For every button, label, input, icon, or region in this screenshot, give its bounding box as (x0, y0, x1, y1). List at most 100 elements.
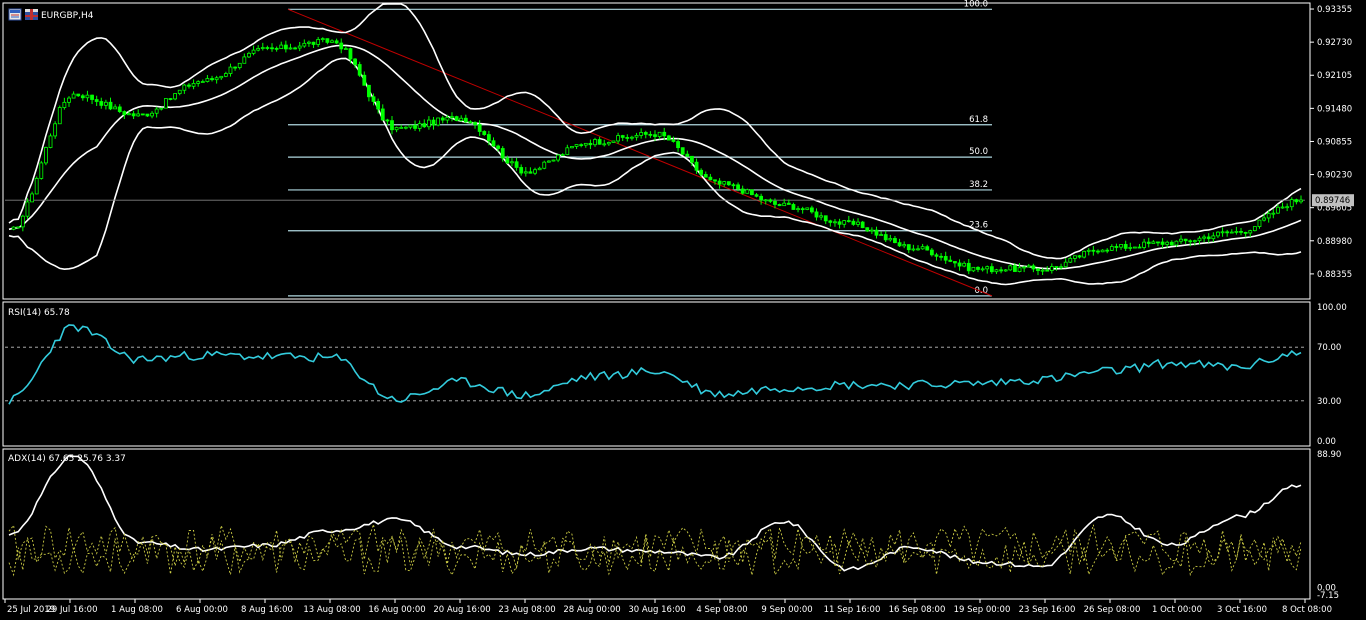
trendline-segment[interactable] (287, 8, 993, 297)
candle (279, 41, 284, 49)
candle (256, 45, 261, 52)
candle (648, 131, 653, 138)
candle (362, 71, 367, 86)
chart-window[interactable]: 100.0 61.8 50.0 38.2 23.6 0.0 0.93355 0.92730 0… (0, 0, 1366, 620)
candle (583, 142, 588, 148)
candle (1119, 244, 1123, 250)
candle (865, 227, 870, 233)
candle (906, 244, 911, 254)
candle (546, 160, 551, 163)
candle (48, 133, 53, 149)
candle (450, 112, 454, 122)
candle (113, 104, 118, 110)
di-minus-line (8, 534, 1302, 577)
candle (1299, 195, 1303, 204)
main-panel[interactable] (2, 2, 1311, 300)
candle (754, 193, 759, 198)
candle (1289, 197, 1294, 211)
candle (570, 146, 574, 149)
candle (367, 84, 371, 102)
candle (390, 116, 394, 135)
candle (814, 208, 819, 221)
candle (1183, 238, 1188, 245)
candle (325, 38, 330, 45)
adx-tick-label: -7.15 (1317, 591, 1339, 601)
candle (210, 75, 214, 82)
candle (463, 114, 468, 124)
candle (796, 206, 800, 213)
adx-axis: 88.900.00-7.15 (1317, 450, 1341, 601)
chart-canvas[interactable]: 100.061.850.038.223.60.0 0.933550.927300… (0, 0, 1366, 620)
candle (657, 131, 662, 140)
time-axis[interactable]: 25 Jul 201929 Jul 16:00 1 Aug 08:00 6 Aug … (4, 599, 1332, 615)
time-tick-label: 30 Aug 16:00 (628, 605, 685, 615)
candle (989, 263, 994, 274)
candle (579, 143, 584, 148)
candle (316, 36, 321, 48)
time-tick-label: 1 Aug 08:00 (111, 605, 163, 615)
candle (625, 134, 630, 142)
candle (726, 181, 731, 186)
candle (1008, 264, 1013, 271)
candle (685, 150, 690, 157)
candle (1017, 263, 1022, 273)
candle (759, 193, 764, 205)
candle (228, 63, 233, 77)
candle (168, 98, 173, 101)
candle (422, 119, 427, 128)
candle (523, 167, 528, 177)
candle (477, 120, 482, 137)
candle (25, 198, 30, 219)
candle (1109, 244, 1114, 251)
candle (602, 139, 607, 147)
time-tick-label: 23 Sep 16:00 (1019, 605, 1076, 615)
candle (1216, 231, 1220, 239)
candle (297, 41, 302, 52)
candle (750, 189, 754, 196)
candle (334, 38, 339, 44)
candle (560, 153, 565, 156)
candle (459, 115, 464, 122)
trendline[interactable] (287, 8, 993, 297)
candle (34, 176, 39, 195)
candle (140, 113, 145, 116)
candle (223, 71, 228, 78)
candle (611, 140, 616, 143)
candle (145, 113, 150, 117)
candle (1229, 229, 1234, 234)
candle (426, 116, 431, 130)
candle (911, 244, 916, 252)
candle (468, 120, 473, 124)
time-tick-label: 6 Aug 00:00 (176, 605, 228, 615)
adx-panel[interactable] (2, 448, 1311, 600)
candle (182, 83, 187, 94)
candle (1114, 243, 1119, 252)
candle (274, 46, 279, 52)
candle (606, 141, 611, 146)
candle (150, 111, 154, 119)
candle (556, 154, 560, 163)
candle (482, 130, 487, 136)
candle (920, 243, 925, 250)
fibo-level-label: 38.2 (969, 180, 988, 190)
time-tick-label: 11 Sep 16:00 (824, 605, 881, 615)
fibonacci-retracement[interactable]: 100.0 61.8 50.0 38.2 23.6 0.0 (288, 0, 992, 297)
candle (302, 39, 307, 48)
candle (380, 104, 385, 121)
candle (888, 234, 893, 242)
rsi-indicator (5, 324, 1305, 405)
candle (1026, 263, 1031, 268)
candle (537, 166, 542, 171)
time-tick-label: 29 Jul 16:00 (47, 605, 98, 615)
time-tick-label: 16 Sep 08:00 (889, 605, 946, 615)
di-plus-line (8, 523, 1302, 570)
candle (999, 266, 1003, 274)
price-tick-label: 0.91480 (1317, 104, 1352, 114)
candle (251, 45, 256, 56)
candle (173, 93, 178, 101)
candle (805, 207, 810, 211)
candle (994, 268, 999, 275)
candle (828, 219, 833, 227)
candle (320, 37, 325, 43)
candle (1049, 263, 1054, 274)
